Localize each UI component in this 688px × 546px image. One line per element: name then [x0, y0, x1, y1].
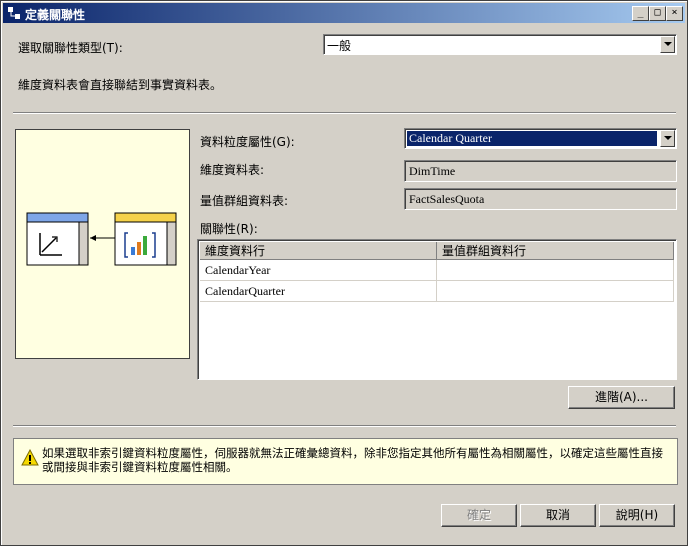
granularity-value: Calendar Quarter	[409, 131, 492, 145]
warning-text: 如果選取非索引鍵資料粒度屬性，伺服器就無法正確彙總資料，除非您指定其他所有屬性為…	[42, 446, 663, 474]
relationship-description: 維度資料表會直接聯結到事實資料表。	[18, 78, 223, 92]
warning-panel: 如果選取非索引鍵資料粒度屬性，伺服器就無法正確彙總資料，除非您指定其他所有屬性為…	[13, 438, 678, 485]
help-button-label: 說明(H)	[615, 508, 659, 522]
chevron-down-icon[interactable]	[660, 36, 675, 53]
minimize-button[interactable]: _	[632, 6, 649, 21]
relationship-icon	[8, 7, 20, 19]
advanced-button[interactable]: 進階(A)...	[568, 386, 675, 409]
relationship-diagram	[15, 129, 190, 359]
relationship-type-dropdown[interactable]: 一般	[323, 34, 677, 55]
ok-button[interactable]: 確定	[441, 504, 517, 527]
cancel-button-label: 取消	[545, 508, 570, 522]
column-header-dimension[interactable]: 維度資料行	[200, 242, 437, 260]
help-button[interactable]: 說明(H)	[599, 504, 675, 527]
column-header-measure-group[interactable]: 量值群組資料行	[437, 242, 674, 260]
relationship-type-label: 選取關聯性類型(T):	[18, 41, 123, 55]
separator	[13, 112, 676, 114]
relationship-type-value: 一般	[327, 39, 352, 53]
cancel-button[interactable]: 取消	[520, 504, 596, 527]
title-bar[interactable]: 定義關聯性 _ □ ×	[3, 3, 685, 23]
grid-cell-measure-column[interactable]	[437, 260, 674, 281]
granularity-selection: Calendar Quarter	[406, 130, 658, 147]
diagram-graphic	[26, 212, 177, 266]
dimension-table-value: DimTime	[409, 164, 456, 178]
grid-cell-measure-column[interactable]	[437, 281, 674, 302]
maximize-button[interactable]: □	[649, 6, 666, 21]
dimension-table-field: DimTime	[404, 160, 677, 182]
relationships-grid[interactable]: 維度資料行 量值群組資料行 CalendarYear CalendarQuart…	[197, 239, 677, 380]
close-button[interactable]: ×	[666, 6, 683, 21]
advanced-button-label: 進階(A)...	[594, 390, 649, 404]
granularity-dropdown[interactable]: Calendar Quarter	[404, 128, 677, 149]
measure-group-table-value: FactSalesQuota	[409, 192, 485, 206]
measure-group-table-label: 量值群組資料表:	[200, 194, 289, 208]
chevron-down-icon[interactable]	[660, 130, 675, 147]
grid-cell-dimension-column[interactable]: CalendarYear	[200, 260, 437, 281]
define-relationship-dialog: 定義關聯性 _ □ × 選取關聯性類型(T): 一般 維度資料表會直接聯結到事實…	[0, 0, 688, 546]
ok-button-label: 確定	[466, 508, 491, 522]
relationships-label: 關聯性(R):	[200, 222, 258, 236]
window-title: 定義關聯性	[25, 8, 86, 22]
measure-group-table-field: FactSalesQuota	[404, 188, 677, 210]
warning-icon	[21, 449, 39, 466]
dimension-table-label: 維度資料表:	[200, 163, 265, 177]
separator	[13, 425, 676, 427]
grid-cell-dimension-column[interactable]: CalendarQuarter	[200, 281, 437, 302]
granularity-label: 資料粒度屬性(G):	[200, 135, 295, 149]
